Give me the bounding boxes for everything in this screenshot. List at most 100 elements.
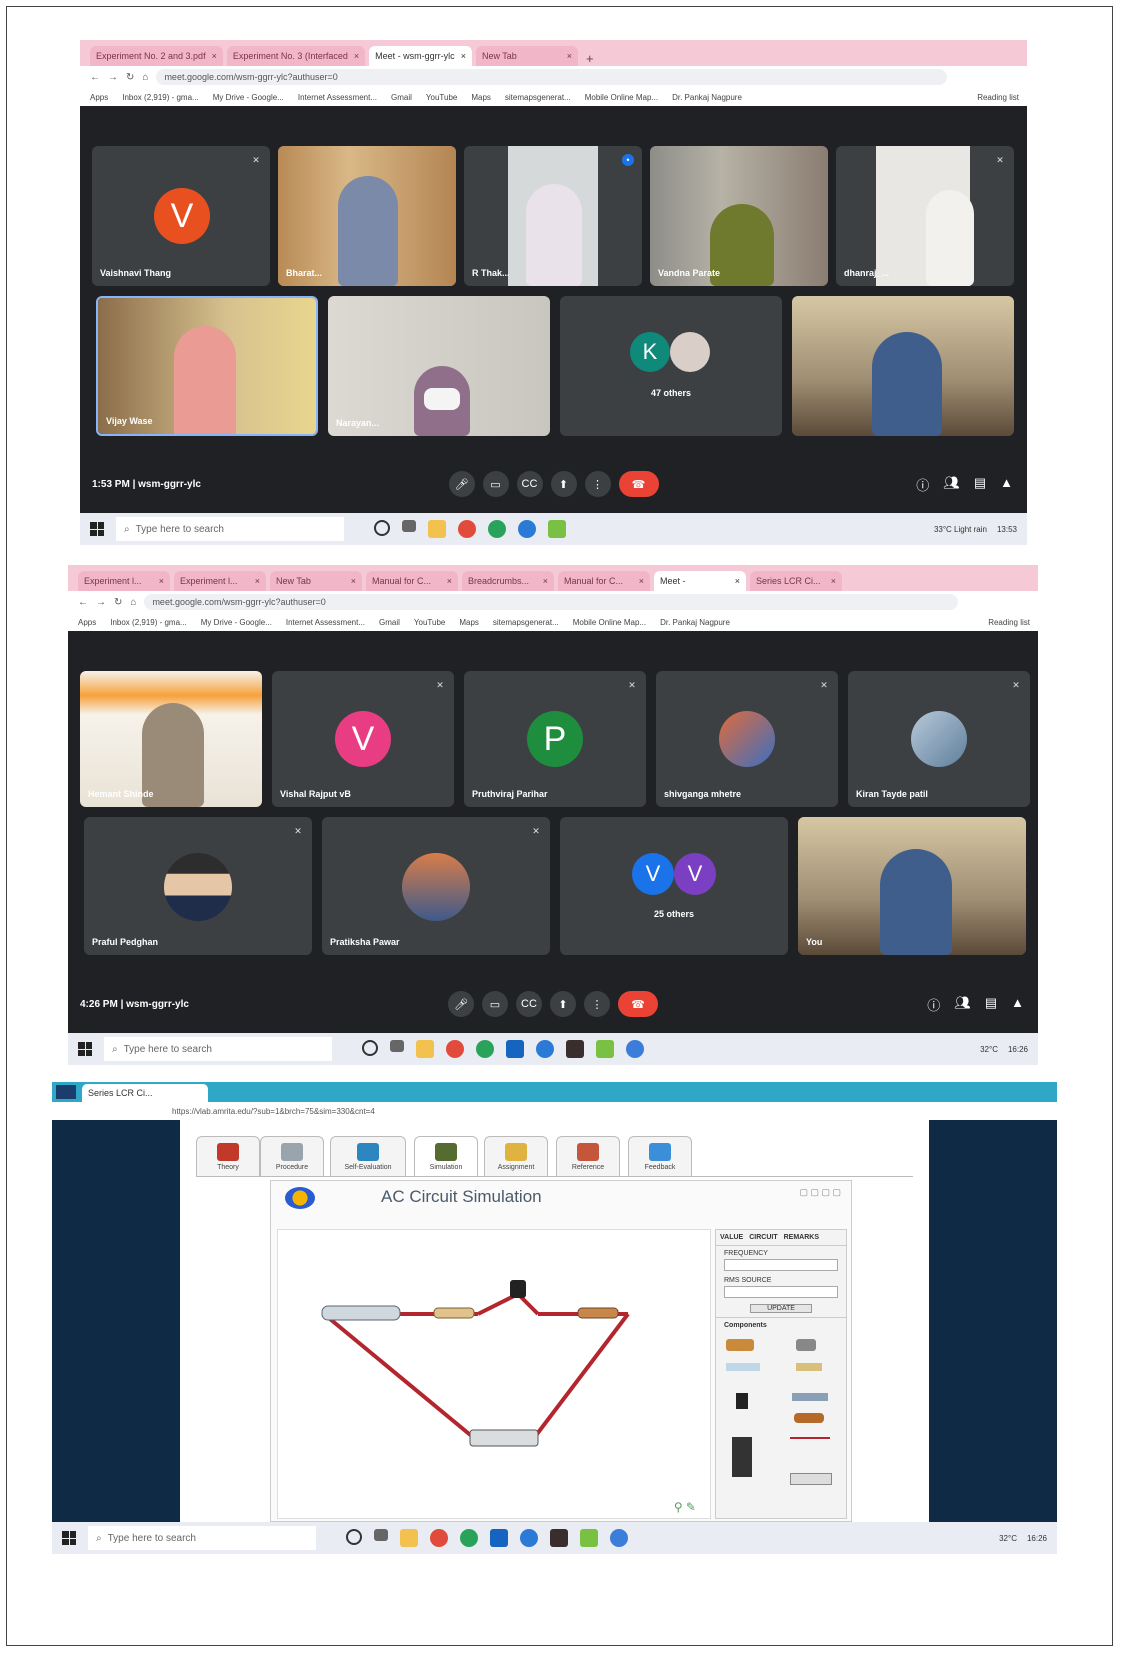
windows-start-icon[interactable] xyxy=(78,1042,92,1056)
file-explorer-icon[interactable] xyxy=(400,1529,418,1547)
url-input[interactable]: meet.google.com/wsm-ggrr-ylc?authuser=0 xyxy=(156,69,947,85)
bookmark[interactable]: Inbox (2,919) - gma... xyxy=(122,93,198,102)
info-icon[interactable]: ⓘ xyxy=(927,995,940,1014)
bookmark[interactable]: Gmail xyxy=(379,618,400,627)
browser-tab[interactable]: Experiment No. 2 and 3.pdf × xyxy=(90,46,223,66)
browser-tab[interactable]: Series LCR Ci... × xyxy=(750,571,842,591)
home-icon[interactable]: ⌂ xyxy=(130,597,136,608)
activities-icon[interactable]: ▲ xyxy=(1000,475,1013,494)
close-icon[interactable]: × xyxy=(537,576,548,586)
back-icon[interactable]: ← xyxy=(78,597,88,608)
chrome-icon[interactable] xyxy=(488,520,506,538)
forward-icon[interactable]: → xyxy=(108,72,118,83)
close-icon[interactable]: × xyxy=(249,576,260,586)
close-icon[interactable]: × xyxy=(206,51,217,61)
close-icon[interactable]: × xyxy=(825,576,836,586)
participant-tile[interactable]: Vandna Parate xyxy=(650,146,828,286)
bookmark[interactable]: Apps xyxy=(78,618,96,627)
component-item[interactable] xyxy=(726,1363,760,1371)
file-explorer-icon[interactable] xyxy=(428,520,446,538)
participant-tile[interactable]: P ✕ Pruthviraj Parihar xyxy=(464,671,646,807)
end-call-button[interactable]: ☎ xyxy=(618,471,659,497)
bookmark[interactable]: YouTube xyxy=(426,93,457,102)
bookmark[interactable]: Reading list xyxy=(988,618,1030,627)
participant-tile[interactable]: Hemant Shinde xyxy=(80,671,262,807)
component-item[interactable] xyxy=(726,1339,754,1351)
captions-icon[interactable]: CC xyxy=(516,471,543,497)
new-tab-icon[interactable]: + xyxy=(586,51,594,66)
info-icon[interactable]: ⓘ xyxy=(916,475,929,494)
chrome-icon[interactable] xyxy=(460,1529,478,1547)
people-icon[interactable]: 👥︎ xyxy=(943,475,960,494)
mic-icon[interactable]: 🎤︎ xyxy=(448,471,475,497)
bookmark[interactable]: sitemapsgenerat... xyxy=(493,618,559,627)
edge-icon[interactable] xyxy=(518,520,536,538)
task-view-icon[interactable] xyxy=(374,1529,388,1541)
component-item[interactable] xyxy=(794,1413,824,1423)
close-icon[interactable]: × xyxy=(441,576,452,586)
others-tile[interactable]: K 47 others xyxy=(560,296,782,436)
participant-tile[interactable]: Bharat... xyxy=(278,146,456,286)
captions-icon[interactable]: CC xyxy=(516,991,542,1017)
browser-tab[interactable]: Experiment l... × xyxy=(174,571,266,591)
close-icon[interactable]: × xyxy=(455,51,466,61)
browser-tab[interactable]: Manual for C... × xyxy=(366,571,458,591)
component-item[interactable] xyxy=(790,1437,830,1439)
task-view-icon[interactable] xyxy=(402,520,416,532)
chat-icon[interactable]: ▤ xyxy=(985,995,997,1014)
component-item[interactable] xyxy=(792,1393,828,1401)
close-icon[interactable]: × xyxy=(633,576,644,586)
bookmark[interactable]: Dr. Pankaj Nagpure xyxy=(660,618,730,627)
panel-tab[interactable]: CIRCUIT xyxy=(749,1234,777,1241)
cortana-icon[interactable] xyxy=(362,1040,378,1056)
component-item[interactable] xyxy=(796,1363,822,1371)
app-icon[interactable] xyxy=(580,1529,598,1547)
mic-icon[interactable]: 🎤︎ xyxy=(448,991,474,1017)
panel-tab[interactable]: VALUE xyxy=(720,1234,743,1241)
others-tile[interactable]: V V 25 others xyxy=(560,817,788,955)
bookmark[interactable]: Gmail xyxy=(391,93,412,102)
forward-icon[interactable]: → xyxy=(96,597,106,608)
participant-tile[interactable] xyxy=(792,296,1014,436)
bookmark[interactable]: Internet Assessment... xyxy=(286,618,365,627)
browser-tab[interactable]: Experiment l... × xyxy=(78,571,170,591)
bookmark[interactable]: Apps xyxy=(90,93,108,102)
frequency-input[interactable] xyxy=(724,1259,838,1271)
bookmark[interactable]: Internet Assessment... xyxy=(298,93,377,102)
participant-tile[interactable]: Vijay Wase xyxy=(96,296,318,436)
participant-tile[interactable]: ✕ Praful Pedghan xyxy=(84,817,312,955)
cortana-icon[interactable] xyxy=(374,520,390,536)
outlook-icon[interactable] xyxy=(490,1529,508,1547)
task-view-icon[interactable] xyxy=(390,1040,404,1052)
rms-source-input[interactable] xyxy=(724,1286,838,1298)
taskbar-search[interactable]: ⌕ Type here to search xyxy=(88,1526,316,1550)
more-icon[interactable]: ⋮ xyxy=(584,991,610,1017)
browser-tab[interactable]: New Tab × xyxy=(475,46,578,66)
bookmark[interactable]: sitemapsgenerat... xyxy=(505,93,571,102)
participant-tile[interactable]: V ✕ Vishal Rajput vB xyxy=(272,671,454,807)
bookmark[interactable]: Mobile Online Map... xyxy=(573,618,646,627)
url-input[interactable]: meet.google.com/wsm-ggrr-ylc?authuser=0 xyxy=(144,594,958,610)
tab-feedback[interactable]: Feedback xyxy=(628,1136,692,1177)
windows-start-icon[interactable] xyxy=(90,522,104,536)
component-item[interactable] xyxy=(790,1473,832,1485)
participant-tile[interactable]: ✕ shivganga mhetre xyxy=(656,671,838,807)
zoom-icon[interactable]: ⚲ ✎ xyxy=(674,1500,696,1514)
browser-tab-active[interactable]: Meet - × xyxy=(654,571,746,591)
end-call-button[interactable]: ☎ xyxy=(618,991,658,1017)
app-icon[interactable] xyxy=(626,1040,644,1058)
participant-tile[interactable]: ✕ dhanraj_... xyxy=(836,146,1014,286)
chrome-icon[interactable] xyxy=(430,1529,448,1547)
browser-tab[interactable]: Breadcrumbs... × xyxy=(462,571,554,591)
reload-icon[interactable]: ↻ xyxy=(126,72,134,83)
home-icon[interactable]: ⌂ xyxy=(142,72,148,83)
file-explorer-icon[interactable] xyxy=(416,1040,434,1058)
participant-tile[interactable]: • R Thak... xyxy=(464,146,642,286)
bookmark[interactable]: Dr. Pankaj Nagpure xyxy=(672,93,742,102)
participant-tile[interactable]: You xyxy=(798,817,1026,955)
app-icon[interactable] xyxy=(610,1529,628,1547)
tab-procedure[interactable]: Procedure xyxy=(260,1136,324,1177)
app-icon[interactable] xyxy=(596,1040,614,1058)
bookmark[interactable]: My Drive - Google... xyxy=(213,93,284,102)
chrome-icon[interactable] xyxy=(446,1040,464,1058)
